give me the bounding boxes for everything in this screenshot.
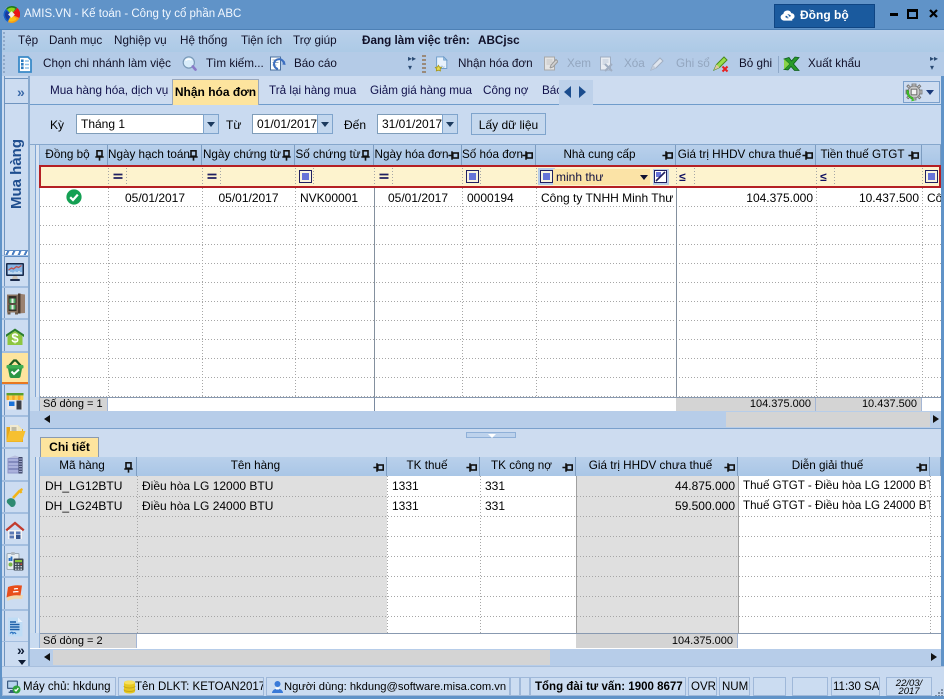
svg-text:$: $: [11, 331, 19, 346]
